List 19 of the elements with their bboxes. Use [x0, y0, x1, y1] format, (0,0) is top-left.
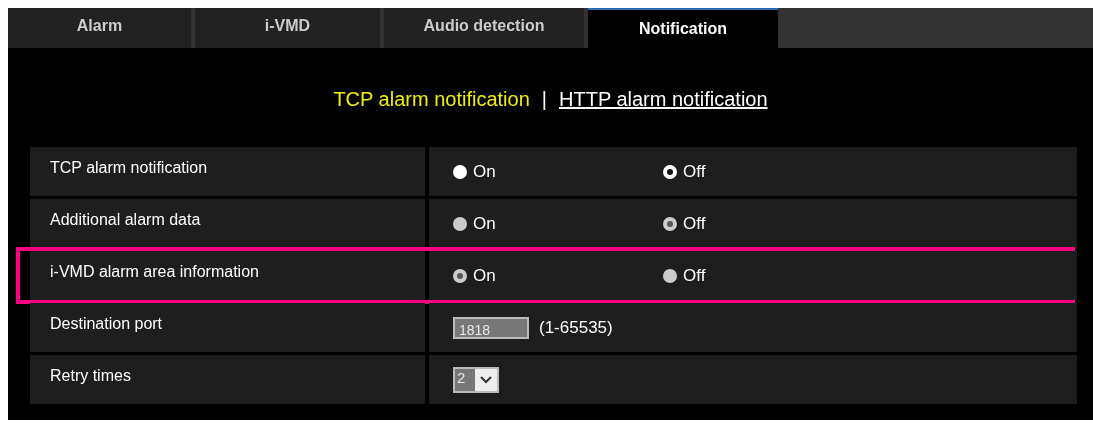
option-label: On — [473, 213, 496, 234]
option-label: Off — [683, 213, 706, 234]
setting-label: i-VMD alarm area information — [30, 251, 425, 300]
tab[interactable]: i-VMD — [195, 8, 380, 48]
setting-label: Additional alarm data — [30, 199, 425, 248]
option-label: Off — [683, 265, 706, 286]
option-label: Off — [683, 161, 706, 182]
option-label: On — [473, 265, 496, 286]
subnav-link[interactable]: TCP alarm notification — [333, 88, 530, 111]
tab[interactable]: Audio detection — [384, 8, 584, 48]
setting-label: TCP alarm notification — [30, 147, 425, 196]
subnav-link[interactable]: HTTP alarm notification — [559, 88, 768, 111]
separator: | — [541, 88, 547, 111]
tab[interactable]: Notification — [588, 8, 778, 48]
option-label: On — [473, 161, 496, 182]
setting-label: Destination port — [30, 303, 425, 352]
tab[interactable]: Alarm — [8, 8, 191, 48]
range-hint: (1-65535) — [539, 317, 613, 338]
setting-label: Retry times — [30, 355, 425, 404]
